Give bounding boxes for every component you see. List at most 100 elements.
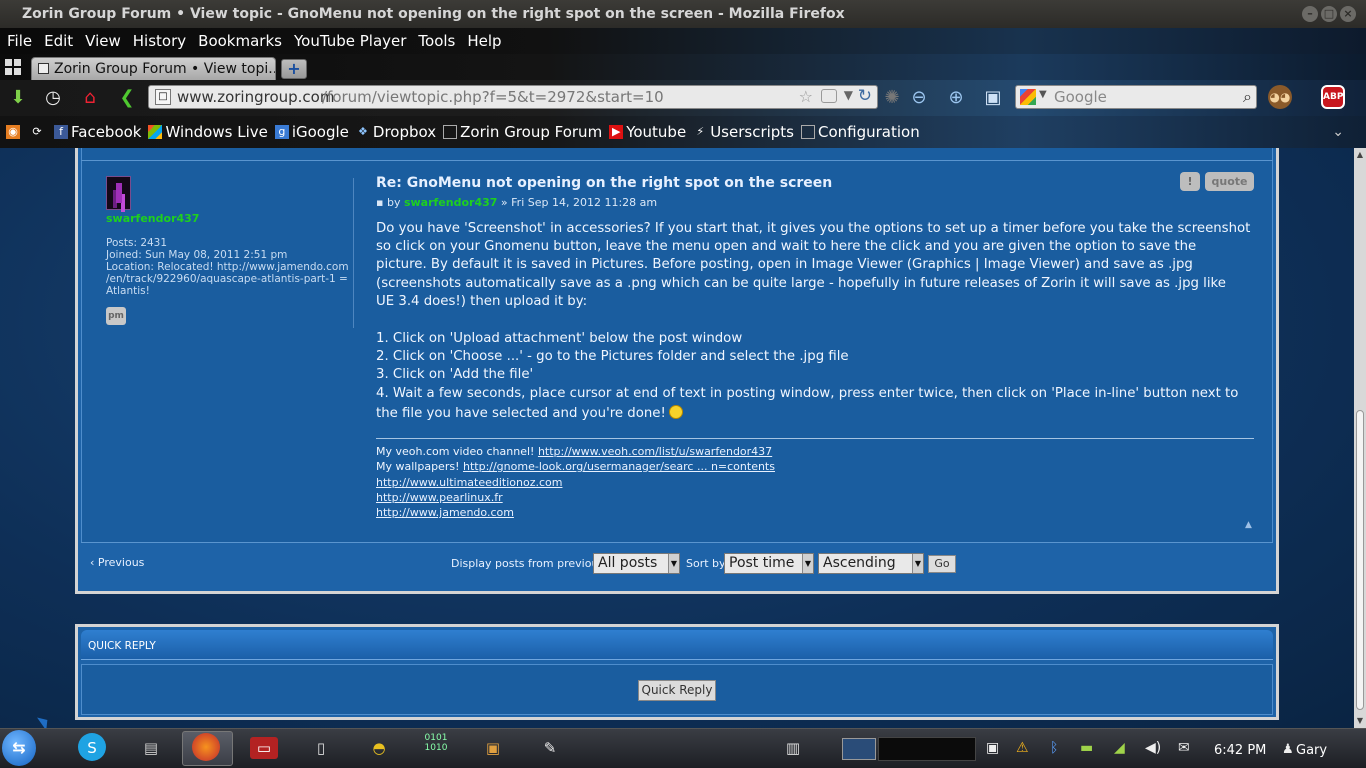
zoom-in-icon[interactable]: ⊕ [944,87,968,109]
engine-dropdown-icon[interactable]: ▼ [1039,89,1047,100]
scroll-down-icon[interactable]: ▼ [1356,716,1364,725]
menu-bookmarks[interactable]: Bookmarks [192,28,288,54]
back-to-top-icon[interactable]: ▲ [1245,520,1252,530]
stop-icon[interactable]: ✺ [880,87,904,109]
user-name[interactable]: Gary [1296,743,1327,758]
bookmark-configuration[interactable]: Configuration [801,123,920,141]
quick-reply-button[interactable]: Quick Reply [638,680,716,701]
hat-icon[interactable]: ◓ [364,733,394,763]
bookmarks-overflow-icon[interactable]: ⌄ [1332,124,1344,140]
bookmark-zorin-forum[interactable]: Zorin Group Forum [443,123,602,141]
bookmark-userscripts[interactable]: ⚡ Userscripts [693,123,794,141]
user-icon: ♟ [1282,742,1294,757]
search-bar[interactable]: ▼ Google ⌕ [1015,85,1257,109]
screen-icon[interactable]: ▣ [981,87,1005,109]
files-icon[interactable]: ▤ [136,733,166,763]
search-icon[interactable]: ⌕ [1243,87,1252,107]
post-title[interactable]: Re: GnoMenu not opening on the right spo… [376,175,832,191]
avatar[interactable] [106,176,131,210]
menu-edit[interactable]: Edit [38,28,79,54]
bookmark-youtube[interactable]: ▶ Youtube [609,123,686,141]
home-icon[interactable]: ⌂ [78,87,102,109]
tray-app-icon[interactable]: ▣ [986,740,999,756]
search-input[interactable]: Google [1054,88,1107,106]
window-thumbnail[interactable] [842,738,876,760]
veoh-link[interactable]: http://www.veoh.com/list/u/swarfendor437 [538,445,772,458]
wifi-icon[interactable]: ◢ [1114,740,1125,756]
trash-icon[interactable]: ▥ [778,733,808,763]
menu-youtube-player[interactable]: YouTube Player [288,28,412,54]
scroll-up-icon[interactable]: ▲ [1356,150,1364,159]
bookmark-dropbox[interactable]: ❖ Dropbox [356,123,436,141]
device-icon[interactable]: ▯ [306,733,336,763]
sort-by-label: Sort by [686,557,726,570]
address-bar[interactable]: □ www.zoringroup.com /forum/viewtopic.ph… [148,85,878,109]
google-engine-icon[interactable] [1020,89,1036,105]
url-host: www.zoringroup.com [177,88,335,106]
skype-icon[interactable]: S [78,733,106,761]
bookmarks-toolbar: ◉ ⟳ f Facebook Windows Live g iGoogle ❖ Dro… [0,116,1366,148]
post-meta-author[interactable]: swarfendor437 [404,196,497,209]
tab-zorin-forum[interactable]: Zorin Group Forum • View topi... [31,57,276,80]
pm-button[interactable]: pm [106,307,126,325]
rss-icon[interactable]: ◉ [6,125,23,139]
menu-tools[interactable]: Tools [412,28,461,54]
bookmark-facebook[interactable]: f Facebook [54,123,141,141]
maximize-button[interactable]: □ [1321,6,1337,22]
warning-icon[interactable]: ⚠ [1016,740,1029,756]
clock[interactable]: 6:42 PM [1214,743,1266,758]
chevron-down-icon: ▼ [668,554,679,573]
battery-icon[interactable]: ▬ [1080,740,1093,756]
menu-view[interactable]: View [79,28,127,54]
signature-link-pearlinux: http://www.pearlinux.fr [376,491,503,504]
go-button[interactable]: Go [928,555,956,573]
site-identity-icon[interactable]: □ [155,89,171,105]
scrollbar-thumb[interactable] [1356,410,1364,710]
binary-icon[interactable]: 0101 1010 [421,733,451,763]
sort-key-select[interactable]: Post time ▼ [724,553,814,574]
profile-divider [353,178,354,328]
new-tab-button[interactable]: + [281,59,307,79]
url-dropdown-icon[interactable]: ▼ [844,88,853,102]
bookmark-windows-live[interactable]: Windows Live [148,123,268,141]
bookmark-igoogle[interactable]: g iGoogle [274,123,349,141]
firefox-icon[interactable] [192,733,220,761]
menu-history[interactable]: History [127,28,192,54]
tray-widget[interactable] [878,737,976,761]
bluetooth-icon[interactable]: ᛒ [1050,740,1058,756]
feed-icon[interactable] [821,89,837,103]
facebook-icon: f [54,125,68,139]
zoom-out-icon[interactable]: ⊖ [907,87,931,109]
adblock-plus-icon[interactable]: ABP [1321,85,1345,109]
start-menu-button[interactable]: ⇆ [2,730,36,766]
menu-file[interactable]: File [1,28,38,54]
post-author[interactable]: swarfendor437 [106,212,199,225]
signature-link-jamendo: http://www.jamendo.com [376,506,514,519]
windows-icon [148,125,163,139]
menu-help[interactable]: Help [461,28,507,54]
wallpapers-link[interactable]: http://gnome-look.org/usermanager/searc … [463,460,775,473]
display-posts-select[interactable]: All posts ▼ [593,553,680,574]
history-clock-icon[interactable]: ◷ [41,87,65,109]
reload-icon[interactable]: ↻ [858,86,872,106]
report-button[interactable]: ! [1180,172,1200,191]
greasemonkey-icon[interactable]: ◕◕ [1268,85,1292,109]
minimize-button[interactable]: – [1302,6,1318,22]
bookmark-star-icon[interactable]: ☆ [799,87,813,106]
previous-link[interactable]: ‹ Previous [90,556,144,569]
download-icon[interactable]: ⬇ [6,87,30,109]
mail-icon[interactable]: ✉ [1178,740,1190,756]
post-icon: ▪ [376,196,384,209]
back-arrow-icon[interactable]: ❮ [115,87,139,109]
archive-icon[interactable]: ▣ [478,733,508,763]
editor-icon[interactable]: ✎ [535,733,565,763]
profile-posts: Posts: 2431 [106,237,168,249]
volume-icon[interactable]: ◀) [1145,740,1161,756]
terminal-icon[interactable]: ▭ [250,737,278,759]
close-button[interactable]: × [1340,6,1356,22]
quote-button[interactable]: quote [1205,172,1254,191]
refresh-bookmark-icon[interactable]: ⟳ [30,125,47,139]
tab-groups-icon[interactable] [5,59,21,75]
sort-order-select[interactable]: Ascending ▼ [818,553,924,574]
step-1: 1. Click on 'Upload attachment' below th… [376,331,743,346]
